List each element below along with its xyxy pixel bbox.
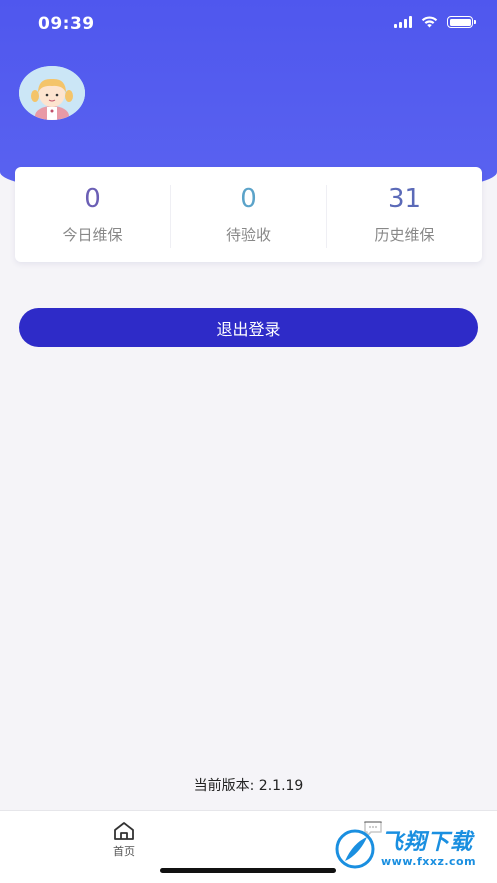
stat-value: 31 (387, 184, 422, 214)
stat-label: 今日维保 (62, 226, 123, 244)
home-icon (114, 822, 134, 840)
battery-icon (447, 16, 476, 28)
home-indicator (160, 868, 336, 873)
stat-label: 待验收 (225, 226, 271, 244)
tab-home-label: 首页 (113, 845, 135, 858)
signal-icon (394, 16, 412, 28)
stat-history-maintenance[interactable]: 31 历史维保 (327, 167, 482, 262)
avatar[interactable] (19, 66, 85, 120)
stat-pending-acceptance[interactable]: 0 待验收 (171, 167, 326, 262)
tab-home[interactable]: 首页 (96, 821, 152, 861)
watermark-title: 飞翔下载 (381, 829, 474, 855)
status-bar: 09:39 (0, 0, 497, 48)
stat-today-maintenance[interactable]: 0 今日维保 (15, 167, 170, 262)
watermark: 飞翔下载 www.fxxz.com (331, 823, 491, 875)
wifi-icon (421, 16, 438, 28)
stat-label: 历史维保 (374, 226, 435, 244)
watermark-url: www.fxxz.com (381, 854, 477, 868)
stat-value: 0 (240, 184, 257, 214)
girl-avatar-icon (19, 66, 85, 120)
stats-card: 0 今日维保 0 待验收 31 历史维保 (15, 167, 482, 262)
feather-logo-icon (335, 829, 375, 869)
status-icons (394, 16, 476, 28)
logout-button[interactable]: 退出登录 (19, 308, 478, 347)
stat-value: 0 (84, 184, 101, 214)
version-text: 当前版本: 2.1.19 (193, 778, 304, 794)
status-time: 09:39 (38, 14, 95, 34)
